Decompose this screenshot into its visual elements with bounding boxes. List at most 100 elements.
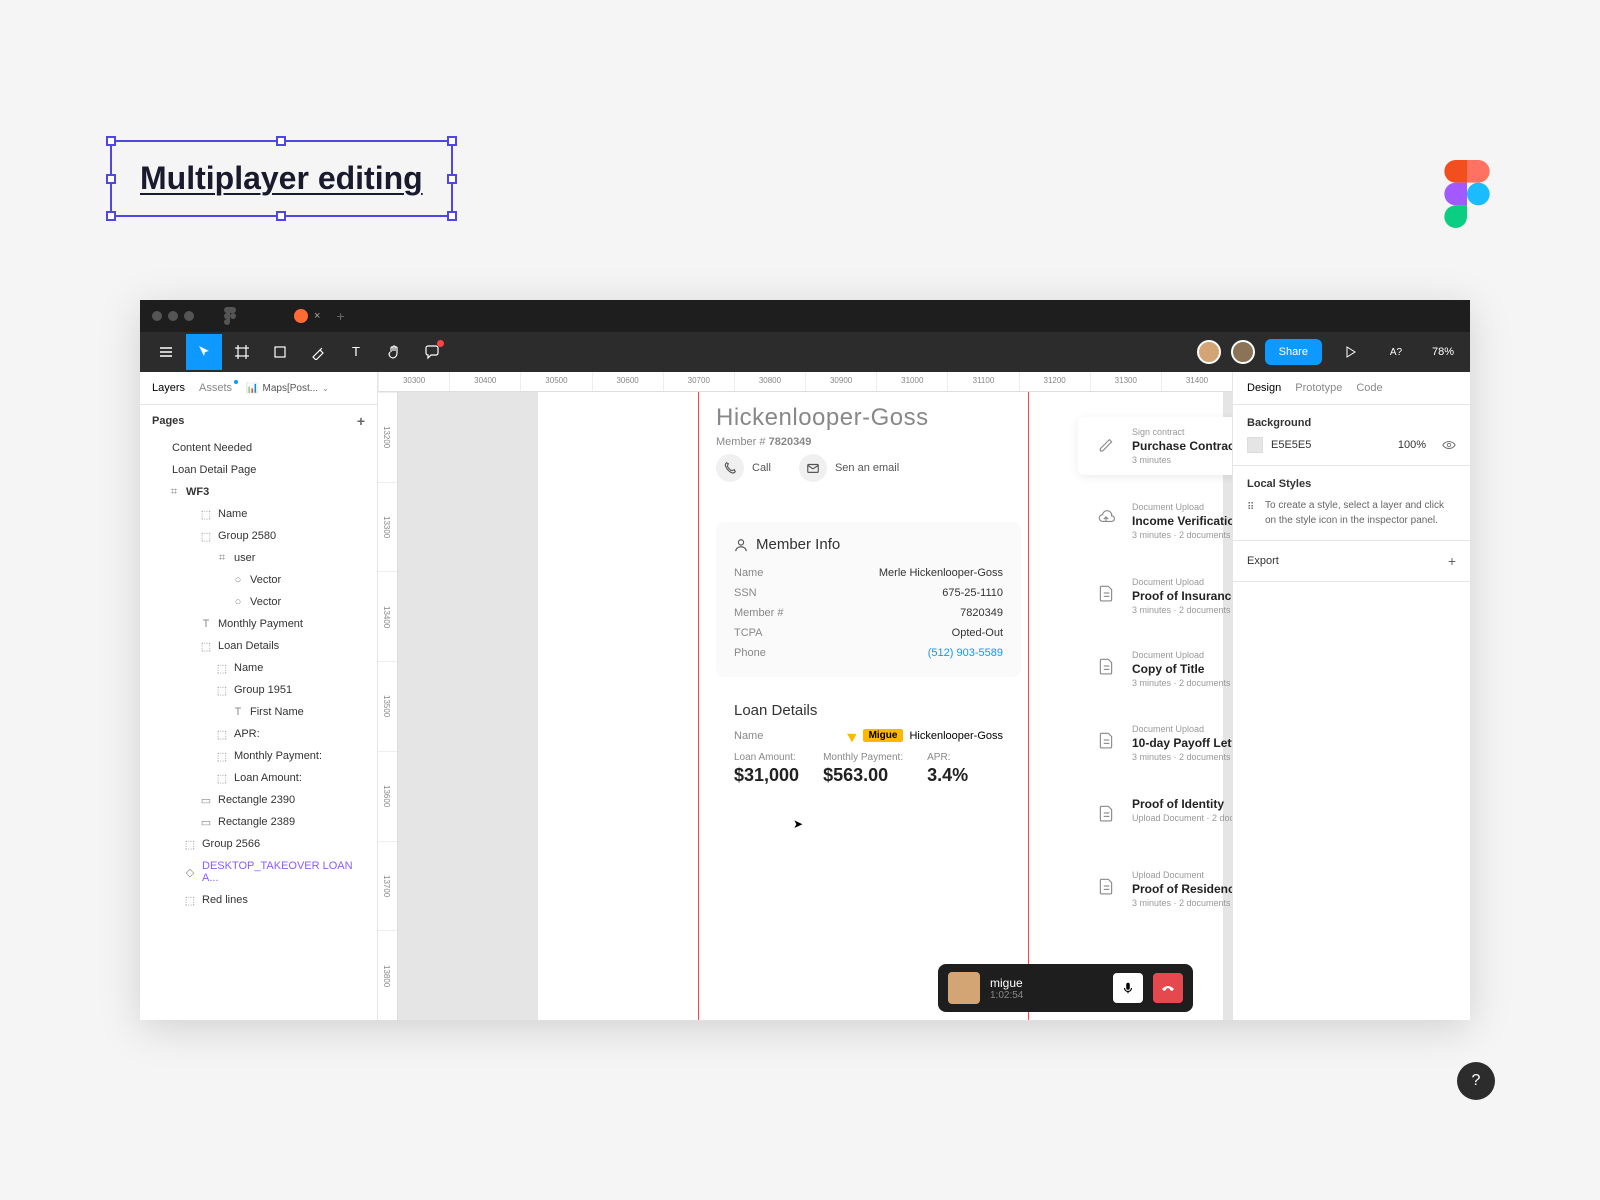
selection-handle[interactable] (106, 211, 116, 221)
menu-button[interactable] (148, 334, 184, 370)
layer-item[interactable]: ▭Rectangle 2389 (140, 811, 377, 833)
document-item[interactable]: Sign contract Purchase Contract 3 minute… (1078, 417, 1232, 475)
design-tab[interactable]: Design (1247, 372, 1281, 404)
selection-handle[interactable] (276, 136, 286, 146)
file-name-tab[interactable]: 📊 Maps[Post... ⌄ (246, 372, 329, 404)
layer-item[interactable]: ⌗user (140, 547, 377, 569)
horizontal-ruler: 3030030400305003060030700308003090031000… (378, 372, 1232, 392)
pen-icon (1092, 429, 1120, 457)
user-icon (734, 538, 748, 552)
cloud-icon (1092, 504, 1120, 532)
layer-item[interactable]: ▭Rectangle 2390 (140, 789, 377, 811)
file-icon (1092, 726, 1120, 754)
page-item-active[interactable]: ⌗WF3 (140, 481, 377, 503)
guide-line[interactable] (698, 392, 699, 1020)
pen-tool[interactable] (300, 334, 336, 370)
info-row: Phone(512) 903-5589 (734, 643, 1003, 663)
layer-item[interactable]: ⬚Loan Details (140, 635, 377, 657)
figma-logo-icon (1444, 160, 1490, 233)
file-icon (1092, 652, 1120, 680)
help-button[interactable]: ? (1457, 1062, 1495, 1100)
prototype-tab[interactable]: Prototype (1295, 372, 1342, 404)
canvas[interactable]: 3030030400305003060030700308003090031000… (378, 372, 1232, 1020)
toolbar: T Share A? 78% (140, 332, 1470, 372)
dev-mode-button[interactable]: A? (1378, 334, 1414, 370)
mic-button[interactable] (1113, 973, 1143, 1003)
selection-handle[interactable] (447, 174, 457, 184)
local-styles-label: Local Styles (1247, 478, 1456, 490)
layer-item[interactable]: ○Vector (140, 591, 377, 613)
cursor-icon: ➤ (793, 817, 803, 831)
shape-tool[interactable] (262, 334, 298, 370)
layer-item[interactable]: ⬚Name (140, 657, 377, 679)
color-value[interactable]: E5E5E5 (1271, 439, 1390, 451)
loan-details-card[interactable]: Loan Details Name Migue Hickenlooper-Gos… (716, 702, 1021, 786)
add-export-button[interactable]: + (1448, 553, 1456, 569)
code-tab[interactable]: Code (1356, 372, 1382, 404)
layer-item[interactable]: ○Vector (140, 569, 377, 591)
collaborator-avatar[interactable] (1231, 340, 1255, 364)
assets-tab[interactable]: Assets (199, 372, 232, 404)
layer-item[interactable]: ⬚Name (140, 503, 377, 525)
color-swatch[interactable] (1247, 437, 1263, 453)
add-page-button[interactable]: + (357, 413, 365, 429)
document-item[interactable]: Document Upload 10-day Payoff Letter 3 m… (1078, 714, 1232, 772)
layers-tab[interactable]: Layers (152, 372, 185, 404)
voice-call-widget[interactable]: migue 1:02:54 (938, 964, 1193, 1012)
collaborator-cursor-icon (847, 729, 859, 742)
layer-item[interactable]: ⬚Loan Amount: (140, 767, 377, 789)
opacity-value[interactable]: 100% (1398, 439, 1426, 451)
comment-tool[interactable] (414, 334, 450, 370)
layer-item[interactable]: ⬚Group 2566 (140, 833, 377, 855)
visibility-icon[interactable] (1442, 438, 1456, 452)
layer-item[interactable]: ⬚APR: (140, 723, 377, 745)
frame-tool[interactable] (224, 334, 260, 370)
zoom-level[interactable]: 78% (1424, 346, 1462, 358)
layer-item[interactable]: TFirst Name (140, 701, 377, 723)
pages-label: Pages (152, 415, 184, 427)
email-button[interactable]: Sen an email (799, 454, 899, 482)
new-tab-button[interactable]: + (336, 308, 344, 324)
layer-item[interactable]: ⬚Group 2580 (140, 525, 377, 547)
document-item[interactable]: Document Upload Proof of Insurance 3 min… (1078, 567, 1232, 625)
selection-handle[interactable] (106, 136, 116, 146)
document-item[interactable]: Document Upload Income Verification 3 mi… (1078, 492, 1232, 550)
document-item[interactable]: Proof of Identity Upload Document · 2 do… (1078, 787, 1232, 837)
page-item[interactable]: Content Needed (140, 437, 377, 459)
layer-item[interactable]: ⬚Red lines (140, 889, 377, 911)
page-item[interactable]: Loan Detail Page (140, 459, 377, 481)
selection-handle[interactable] (447, 136, 457, 146)
info-row: SSN675-25-1110 (734, 583, 1003, 603)
end-call-button[interactable] (1153, 973, 1183, 1003)
layer-item[interactable]: ⬚Monthly Payment: (140, 745, 377, 767)
layer-item[interactable]: ⬚Group 1951 (140, 679, 377, 701)
text-tool[interactable]: T (338, 334, 374, 370)
design-frame[interactable]: Hickenlooper-Goss Member # 7820349 Call … (538, 392, 1223, 1020)
layer-item[interactable]: ◇DESKTOP_TAKEOVER LOAN A... (140, 855, 377, 889)
member-header: Hickenlooper-Goss Member # 7820349 (716, 404, 929, 448)
export-label: Export (1247, 555, 1279, 567)
selection-handle[interactable] (276, 211, 286, 221)
svg-text:T: T (352, 344, 360, 359)
selection-handle[interactable] (447, 211, 457, 221)
figma-icon[interactable] (224, 307, 236, 325)
document-item[interactable]: Document Upload Copy of Title 3 minutes … (1078, 640, 1232, 698)
collaborator-avatar[interactable] (1197, 340, 1221, 364)
file-icon (1092, 579, 1120, 607)
member-info-card[interactable]: Member Info NameMerle Hickenlooper-GossS… (716, 522, 1021, 677)
present-button[interactable] (1332, 334, 1368, 370)
guide-line[interactable] (1028, 392, 1029, 1020)
call-button[interactable]: Call (716, 454, 771, 482)
file-tab[interactable]: × (286, 305, 328, 327)
layer-item[interactable]: TMonthly Payment (140, 613, 377, 635)
selection-handle[interactable] (106, 174, 116, 184)
hand-tool[interactable] (376, 334, 412, 370)
collaborator-tag: Migue (863, 729, 904, 742)
document-item[interactable]: Upload Document Proof of Residency 3 min… (1078, 860, 1232, 918)
window-controls[interactable] (152, 311, 194, 321)
loan-stat: Loan Amount:$31,000 (734, 752, 799, 786)
move-tool[interactable] (186, 334, 222, 370)
file-icon (1092, 872, 1120, 900)
share-button[interactable]: Share (1265, 339, 1322, 365)
loan-stat: APR:3.4% (927, 752, 968, 786)
